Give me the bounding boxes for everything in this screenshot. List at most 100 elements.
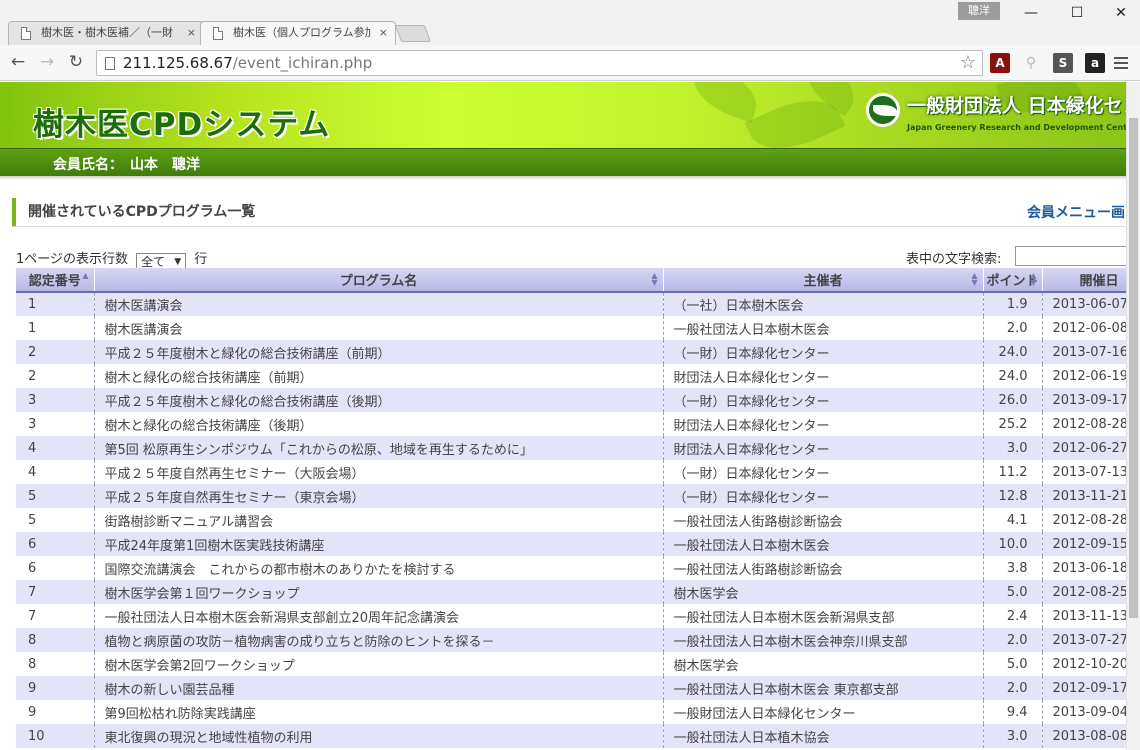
cell-id: 5 xyxy=(16,484,95,508)
cell-program-name: 平成２５年度樹木と緑化の総合技術講座（前期） xyxy=(94,340,664,364)
cell-id: 6 xyxy=(16,556,95,580)
pdf-icon[interactable]: A xyxy=(990,53,1010,73)
cell-date: 2012-06-27 xyxy=(1042,436,1126,460)
cell-organizer: 一般社団法人日本樹木医会新潟県支部 xyxy=(663,604,984,628)
browser-tab-1[interactable]: 樹木医・樹木医補／（一財 × xyxy=(8,21,204,45)
reload-icon[interactable]: ↻ xyxy=(64,51,88,75)
cell-id: 6 xyxy=(16,532,95,556)
column-header-id[interactable]: 認定番号 ▲ xyxy=(16,268,95,293)
cell-program-name: 樹木医学会第１回ワークショップ xyxy=(94,580,664,604)
column-header-program[interactable]: プログラム名 ▲ ▼ xyxy=(94,268,664,293)
tab-close-icon[interactable]: × xyxy=(379,22,388,44)
cell-points: 3.8 xyxy=(983,556,1043,580)
cell-id: 1 xyxy=(16,316,95,340)
table-header-row: 認定番号 ▲ プログラム名 ▲ ▼ 主催者 ▲ ▼ ポイント ▲ ▼ 開催日 xyxy=(16,268,1126,293)
search-input[interactable] xyxy=(1015,246,1126,266)
cell-date: 2013-09-17 xyxy=(1042,388,1126,412)
profile-badge[interactable]: 聰洋 xyxy=(958,2,1000,20)
browser-tab-2[interactable]: 樹木医（個人プログラム参加 × xyxy=(200,21,396,45)
tab-close-icon[interactable]: × xyxy=(187,22,196,44)
cell-program-name: 東北復興の現況と地域性植物の利用 xyxy=(94,724,664,748)
cell-points: 11.2 xyxy=(983,460,1043,484)
browser-menu-icon[interactable] xyxy=(1114,54,1128,72)
cell-organizer: （一財）日本緑化センター xyxy=(663,388,984,412)
cell-points: 5.0 xyxy=(983,652,1043,676)
minimize-icon[interactable]: — xyxy=(1016,3,1046,23)
table-row: 1 樹木医講演会 （一社）日本樹木医会 1.9 2013-06-07 xyxy=(16,292,1126,316)
table-row: 4 平成２５年度自然再生セミナー（大阪会場） （一財）日本緑化センター 11.2 201… xyxy=(16,460,1126,484)
search-extension-icon[interactable]: ⚲ xyxy=(1021,53,1041,73)
address-bar[interactable]: 211.125.68.67/event_ichiran.php ☆ xyxy=(96,50,983,76)
column-header-organizer[interactable]: 主催者 ▲ ▼ xyxy=(663,268,984,293)
cell-organizer: 財団法人日本緑化センター xyxy=(663,412,984,436)
cell-points: 3.0 xyxy=(983,724,1043,748)
program-table: 認定番号 ▲ プログラム名 ▲ ▼ 主催者 ▲ ▼ ポイント ▲ ▼ 開催日 1 樹木医講演会（… xyxy=(16,268,1126,748)
cell-id: 7 xyxy=(16,604,95,628)
cell-id: 2 xyxy=(16,364,95,388)
cell-program-name: 樹木医講演会 xyxy=(94,316,664,340)
cell-organizer: 一般社団法人日本樹木医会神奈川県支部 xyxy=(663,628,984,652)
table-row: 8 植物と病原菌の攻防－植物病害の成り立ちと防除のヒントを探る－ 一般社団法人日本樹… xyxy=(16,628,1126,652)
new-tab-button[interactable] xyxy=(394,25,432,42)
table-row: 6 国際交流講演会 これからの都市樹木のありかたを検討する 一般社団法人街路樹診断協… xyxy=(16,556,1126,580)
cell-program-name: 第9回松枯れ防除実践講座 xyxy=(94,700,664,724)
url-host: 211.125.68.67 xyxy=(123,54,233,72)
table-row: 6 平成24年度第1回樹木医実践技術講座 一般社団法人日本樹木医会 10.0 2012-… xyxy=(16,532,1126,556)
cell-date: 2013-11-13 xyxy=(1042,604,1126,628)
cell-points: 24.0 xyxy=(983,364,1043,388)
cell-points: 24.0 xyxy=(983,340,1043,364)
forward-icon[interactable]: → xyxy=(35,51,59,75)
back-icon[interactable]: ← xyxy=(6,51,30,75)
page-info-icon[interactable] xyxy=(105,57,115,70)
cell-program-name: 樹木と緑化の総合技術講座（後期） xyxy=(94,412,664,436)
cell-program-name: 平成２５年度樹木と緑化の総合技術講座（後期） xyxy=(94,388,664,412)
cell-id: 1 xyxy=(16,292,95,316)
sort-icon: ▲ ▼ xyxy=(971,271,978,287)
cell-points: 26.0 xyxy=(983,388,1043,412)
tab-title: 樹木医（個人プログラム参加 xyxy=(233,26,371,39)
cell-program-name: 樹木の新しい園芸品種 xyxy=(94,676,664,700)
vertical-scrollbar[interactable] xyxy=(1126,82,1140,750)
cell-date: 2012-08-28 xyxy=(1042,412,1126,436)
maximize-icon[interactable]: ☐ xyxy=(1062,3,1092,23)
cell-program-name: 植物と病原菌の攻防－植物病害の成り立ちと防除のヒントを探る－ xyxy=(94,628,664,652)
site-header: 樹木医CPDシステム 一般財団法人 日本緑化セン Japan Greenery … xyxy=(0,82,1126,148)
cell-date: 2012-06-08 xyxy=(1042,316,1126,340)
table-row: 5 街路樹診断マニュアル講習会 一般社団法人街路樹診断協会 4.1 2012-08-28 xyxy=(16,508,1126,532)
s-extension-icon[interactable]: S xyxy=(1053,53,1073,73)
column-header-label: プログラム名 xyxy=(339,274,418,289)
cell-id: 9 xyxy=(16,700,95,724)
scrollbar-thumb[interactable] xyxy=(1129,118,1138,618)
page-icon xyxy=(213,27,223,40)
cell-program-name: 平成２５年度自然再生セミナー（大阪会場） xyxy=(94,460,664,484)
page-title: 開催されているCPDプログラム一覧 xyxy=(12,198,255,226)
cell-points: 3.0 xyxy=(983,436,1043,460)
leaf-decoration xyxy=(685,82,765,123)
column-header-points[interactable]: ポイント ▲ ▼ xyxy=(983,268,1043,293)
cell-program-name: 平成２５年度自然再生セミナー（東京会場） xyxy=(94,484,664,508)
cell-organizer: 一般社団法人日本植木協会 xyxy=(663,724,984,748)
bookmark-star-icon[interactable]: ☆ xyxy=(960,52,976,73)
close-window-icon[interactable]: ✕ xyxy=(1106,3,1136,23)
member-menu-link[interactable]: 会員メニュー画 xyxy=(1027,202,1125,222)
cell-points: 9.4 xyxy=(983,700,1043,724)
cell-program-name: 第5回 松原再生シンポジウム「これからの松原、地域を再生するために」 xyxy=(94,436,664,460)
table-row: 8 樹木医学会第2回ワークショップ 樹木医学会 5.0 2012-10-20 xyxy=(16,652,1126,676)
cell-date: 2013-06-07 xyxy=(1042,292,1126,316)
org-name: 一般財団法人 日本緑化セン xyxy=(907,95,1126,117)
cell-points: 2.0 xyxy=(983,676,1043,700)
column-header-date[interactable]: 開催日 xyxy=(1042,268,1126,293)
cell-organizer: 一般財団法人日本緑化センター xyxy=(663,700,984,724)
table-row: 9 樹木の新しい園芸品種 一般社団法人日本樹木医会 東京都支部 2.0 2012-09-… xyxy=(16,676,1126,700)
amazon-icon[interactable]: a xyxy=(1085,53,1105,73)
cell-date: 2013-07-16 xyxy=(1042,340,1126,364)
cell-points: 5.0 xyxy=(983,580,1043,604)
table-row: 1 樹木医講演会 一般社団法人日本樹木医会 2.0 2012-06-08 xyxy=(16,316,1126,340)
cell-id: 10 xyxy=(16,724,95,748)
org-name-english: Japan Greenery Research and Development … xyxy=(907,123,1126,132)
browser-tab-strip: 樹木医・樹木医補／（一財 × 樹木医（個人プログラム参加 × 聰洋 — ☐ ✕ xyxy=(0,0,1140,45)
cell-points: 10.0 xyxy=(983,532,1043,556)
cell-date: 2012-08-28 xyxy=(1042,508,1126,532)
rows-per-page-label: 1ページの表示行数 xyxy=(16,252,129,267)
cell-program-name: 樹木と緑化の総合技術講座（前期） xyxy=(94,364,664,388)
